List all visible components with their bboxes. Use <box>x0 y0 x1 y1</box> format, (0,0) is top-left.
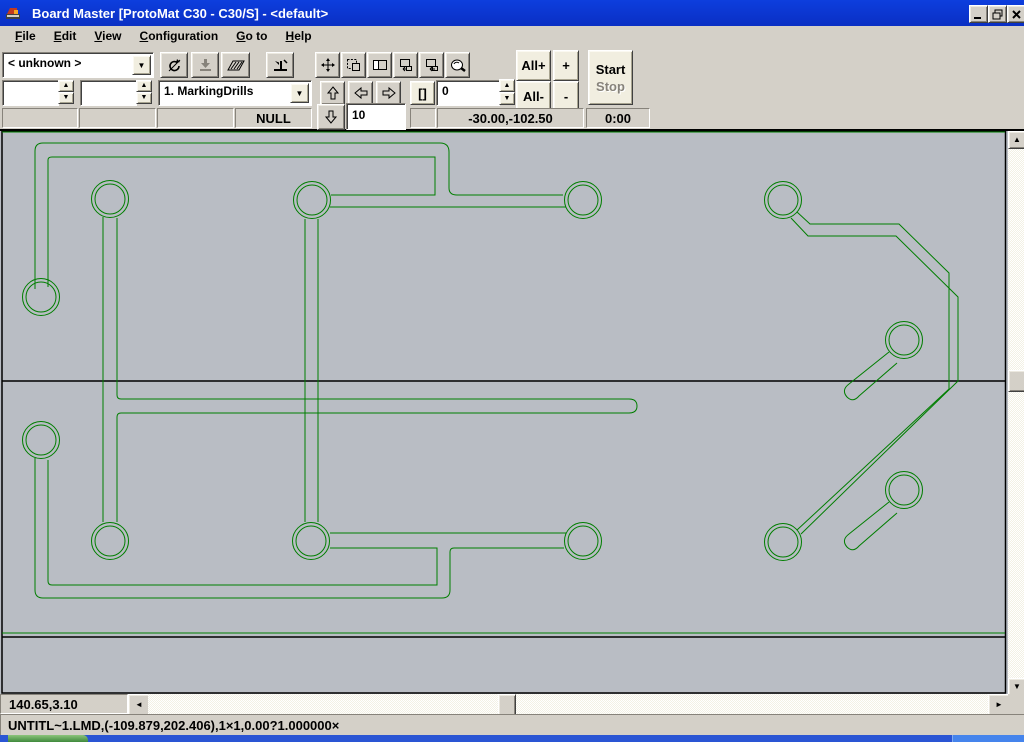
arrow-left-icon: ◄ <box>135 701 143 709</box>
start-stop-button[interactable]: Start Stop <box>588 50 633 105</box>
arrow-up-icon <box>325 85 341 101</box>
copy-block2-button[interactable] <box>419 52 444 78</box>
title-bar: Board Master [ProtoMat C30 - C30/S] - <d… <box>0 0 1024 26</box>
menu-configuration[interactable]: Configuration <box>131 27 228 45</box>
all-plus-button[interactable]: All+ <box>516 50 551 81</box>
brackets-button[interactable]: [] <box>410 81 435 105</box>
step-field[interactable]: 0 <box>436 80 500 106</box>
step-spinner: ▲ ▼ <box>499 79 515 105</box>
zoom-icon <box>449 58 466 73</box>
spinner-up-icon[interactable]: ▲ <box>499 79 515 92</box>
head-combobox-value: < unknown > <box>3 53 153 74</box>
x-position-spinner: ▲ ▼ <box>58 80 74 104</box>
move-icon <box>320 57 336 73</box>
restore-button[interactable] <box>988 5 1007 23</box>
phase-combobox-value: 1. MarkingDrills <box>159 81 311 102</box>
system-tray-edge <box>952 735 1024 742</box>
move-up-button[interactable] <box>320 81 345 105</box>
engage-head-button[interactable] <box>191 52 219 78</box>
phase-combobox[interactable]: 1. MarkingDrills ▼ <box>158 80 312 106</box>
tool-down-button[interactable] <box>266 52 294 78</box>
vertical-scrollbar[interactable]: ▲ ▼ <box>1008 131 1024 694</box>
pcb-drawing <box>0 131 1008 694</box>
app-icon <box>5 5 21 21</box>
menu-view[interactable]: View <box>85 27 130 45</box>
cursor-position-panel: 140.65,3.10 <box>0 694 128 714</box>
overlap-icon <box>372 57 388 73</box>
start-label: Start <box>596 61 626 78</box>
spinner-down-icon[interactable]: ▼ <box>499 92 515 105</box>
head-combobox[interactable]: < unknown > ▼ <box>2 52 154 78</box>
arrow-down-icon: ▼ <box>1013 683 1021 691</box>
y-position-spinner: ▲ ▼ <box>136 80 152 104</box>
minimize-icon <box>973 9 984 20</box>
move-down-button[interactable] <box>317 104 345 130</box>
x-position-field[interactable] <box>2 80 59 106</box>
scroll-right-button[interactable]: ► <box>988 694 1010 716</box>
arrow-up-icon: ▲ <box>1013 136 1021 144</box>
depth-field-value: 10 <box>347 104 405 126</box>
rotate-icon <box>166 57 183 74</box>
move-left-button[interactable] <box>348 81 373 105</box>
status-panel-1 <box>2 108 78 128</box>
plus-button[interactable]: + <box>553 50 579 81</box>
overlap-button[interactable] <box>367 52 392 78</box>
copy-block-icon <box>398 57 414 73</box>
status-bar: UNTITL~1.LMD,(-109.879,202.406),1×1,0.00… <box>0 714 1024 736</box>
arrow-right-icon: ► <box>995 701 1003 709</box>
scrollbar-corner <box>1008 694 1024 714</box>
minimize-button[interactable] <box>969 5 988 23</box>
restore-icon <box>992 9 1003 20</box>
horizontal-scrollbar-thumb[interactable] <box>498 694 516 716</box>
tool-status-panel: NULL <box>235 108 312 128</box>
time-panel: 0:00 <box>586 108 650 128</box>
arrow-left-icon <box>353 85 369 101</box>
menu-file[interactable]: File <box>6 27 45 45</box>
spinner-down-icon[interactable]: ▼ <box>58 92 74 104</box>
rotate-button[interactable] <box>160 52 188 78</box>
select-area-button[interactable] <box>341 52 366 78</box>
taskbar <box>0 735 1024 742</box>
engage-head-icon <box>197 57 213 73</box>
menu-help[interactable]: Help <box>277 27 321 45</box>
tool-down-icon <box>272 57 289 73</box>
spinner-down-icon[interactable]: ▼ <box>136 92 152 104</box>
chevron-down-icon[interactable]: ▼ <box>290 83 309 103</box>
horizontal-scrollbar[interactable] <box>148 694 988 714</box>
zoom-button[interactable] <box>445 52 470 78</box>
scroll-up-button[interactable]: ▲ <box>1008 131 1024 149</box>
board-view[interactable] <box>0 131 1008 694</box>
step-field-value: 0 <box>437 81 499 102</box>
toolbar: < unknown > ▼ <box>0 46 1024 131</box>
window-title: Board Master [ProtoMat C30 - C30/S] - <d… <box>32 6 328 21</box>
status-panel-3 <box>157 108 234 128</box>
milling-icon <box>227 58 245 72</box>
board-master-window: Board Master [ProtoMat C30 - C30/S] - <d… <box>0 0 1024 742</box>
select-area-icon <box>346 57 362 73</box>
stop-label: Stop <box>596 78 625 95</box>
milling-button[interactable] <box>221 52 250 78</box>
status-panel-4 <box>410 108 436 128</box>
menu-edit[interactable]: Edit <box>45 27 86 45</box>
spinner-up-icon[interactable]: ▲ <box>58 80 74 92</box>
copy-block-button[interactable] <box>393 52 418 78</box>
menu-bar: File Edit View Configuration Go to Help <box>0 26 1024 46</box>
close-button[interactable] <box>1007 5 1024 23</box>
chevron-down-icon[interactable]: ▼ <box>132 55 151 75</box>
status-panel-2 <box>79 108 156 128</box>
depth-field[interactable]: 10 <box>346 103 406 130</box>
spinner-up-icon[interactable]: ▲ <box>136 80 152 92</box>
scroll-left-button[interactable]: ◄ <box>128 694 150 716</box>
move-right-button[interactable] <box>376 81 401 105</box>
start-button-edge[interactable] <box>8 735 88 742</box>
arrow-right-icon <box>381 85 397 101</box>
menu-goto[interactable]: Go to <box>227 27 276 45</box>
arrow-down-icon <box>323 109 339 125</box>
vertical-scrollbar-thumb[interactable] <box>1008 370 1024 392</box>
position-panel: -30.00,-102.50 <box>437 108 584 128</box>
move-button[interactable] <box>315 52 340 78</box>
y-position-field[interactable] <box>80 80 137 106</box>
copy-block2-icon <box>424 57 440 73</box>
close-icon <box>1011 9 1022 20</box>
